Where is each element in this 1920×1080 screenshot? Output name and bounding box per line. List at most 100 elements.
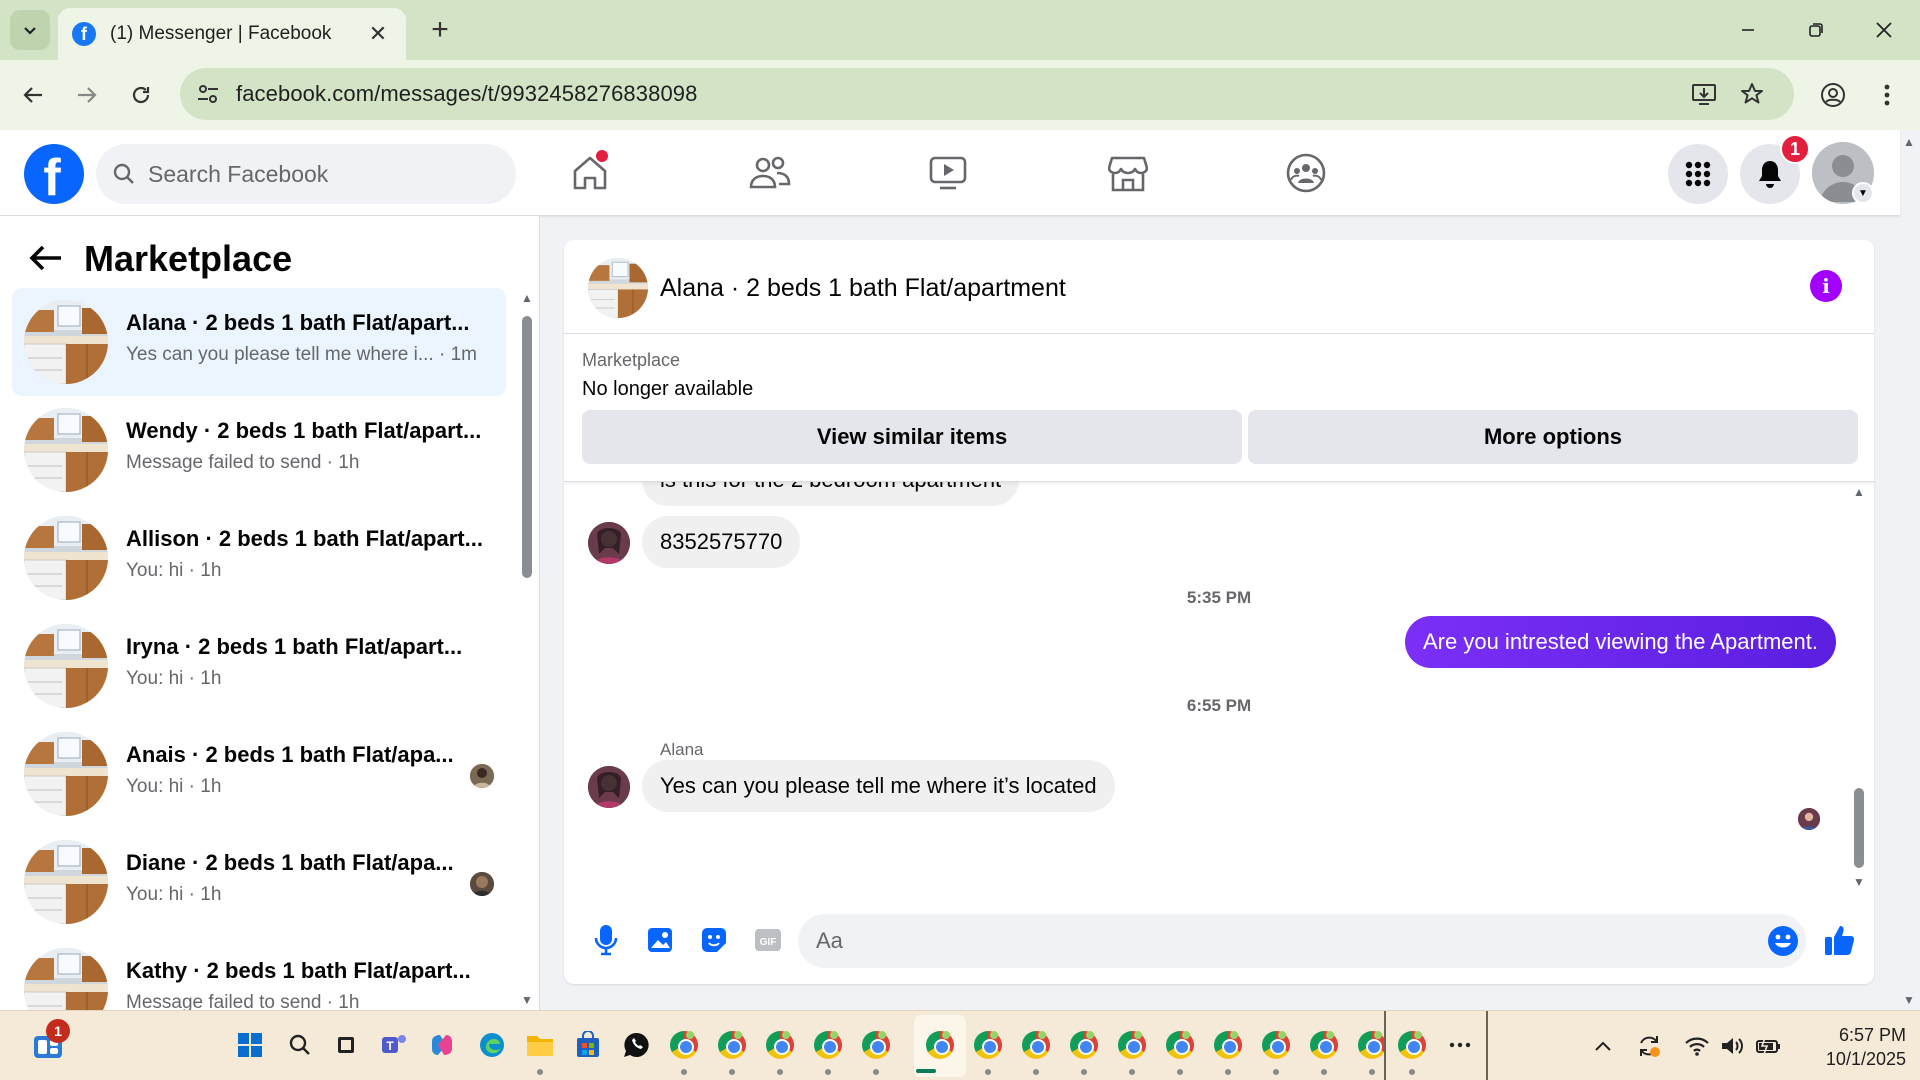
forward-button[interactable] [66,74,108,116]
start-button[interactable] [230,1025,270,1065]
groups-icon [1286,153,1326,193]
chevron-down-icon [24,27,36,35]
home-nav-button[interactable] [560,148,620,198]
running-indicator [1321,1069,1327,1075]
chat-scroll-up-arrow[interactable]: ▲ [1852,486,1866,498]
chrome-window-active[interactable] [920,1025,960,1065]
running-indicator [825,1069,831,1075]
show-hidden-icons-button[interactable] [1588,1031,1618,1061]
task-view-button[interactable] [326,1025,366,1065]
gif-icon[interactable]: GIF [748,920,788,960]
chrome-window[interactable] [1304,1025,1344,1065]
chrome-window[interactable] [1064,1025,1104,1065]
view-similar-items-button[interactable]: View similar items [582,410,1242,464]
chrome-window[interactable] [856,1025,896,1065]
watch-nav-button[interactable] [918,148,978,198]
scroll-up-arrow[interactable]: ▲ [520,292,534,304]
friends-nav-button[interactable] [740,148,800,198]
chrome-window[interactable] [1392,1025,1432,1065]
back-button[interactable] [12,74,54,116]
chrome-window[interactable] [664,1025,704,1065]
taskbar-separator [1486,1011,1488,1080]
marketplace-nav-button[interactable] [1098,148,1158,198]
sticker-icon[interactable] [694,920,734,960]
browser-tab-active[interactable]: f (1) Messenger | Facebook ✕ [58,8,406,60]
site-settings-icon[interactable] [194,80,222,108]
chrome-window[interactable] [1112,1025,1152,1065]
listing-avatar[interactable] [588,258,648,318]
tab-search-button[interactable] [10,10,50,50]
photo-attach-icon[interactable] [640,920,680,960]
emoji-icon[interactable] [1766,924,1800,958]
conversation-item[interactable]: Wendy · 2 beds 1 bath Flat/apart... Mess… [12,396,506,504]
reload-button[interactable] [120,74,162,116]
system-clock[interactable]: 6:57 PM 10/1/2025 [1796,1023,1906,1071]
menu-grid-button[interactable] [1668,144,1728,204]
bookmark-star-icon[interactable] [1736,78,1768,110]
running-indicator [1273,1069,1279,1075]
more-apps-button[interactable] [1440,1025,1480,1065]
running-indicator [1369,1069,1375,1075]
browser-menu-icon[interactable] [1866,74,1908,116]
scroll-down-arrow[interactable]: ▼ [520,994,534,1006]
chrome-window[interactable] [712,1025,752,1065]
chrome-icon [1214,1031,1242,1059]
facebook-search-input[interactable]: Search Facebook [96,144,516,204]
conversation-item[interactable]: Alana · 2 beds 1 bath Flat/apart... Yes … [12,288,506,396]
chat-scrollbar-thumb[interactable] [1854,788,1864,868]
sync-status-icon[interactable] [1634,1031,1664,1061]
sidebar-scrollbar-thumb[interactable] [522,316,532,578]
chrome-window[interactable] [1256,1025,1296,1065]
message-input[interactable]: Aa [798,914,1806,968]
chevron-up-icon [1595,1041,1611,1051]
chrome-window[interactable] [1208,1025,1248,1065]
file-explorer-app[interactable] [520,1025,560,1065]
marketplace-label: Marketplace [582,350,681,370]
profile-account-icon[interactable] [1812,74,1854,116]
more-options-button[interactable]: More options [1248,410,1858,464]
back-arrow-button[interactable] [26,238,66,278]
new-tab-button[interactable]: + [422,12,458,48]
chrome-window[interactable] [1160,1025,1200,1065]
chrome-icon [1070,1031,1098,1059]
taskbar-search-button[interactable] [280,1025,320,1065]
account-caret-icon[interactable]: ▼ [1852,182,1874,204]
conversation-item[interactable]: Diane · 2 beds 1 bath Flat/apa... You: h… [12,828,506,936]
restore-button[interactable] [1786,6,1846,54]
chrome-window[interactable] [968,1025,1008,1065]
microphone-icon[interactable] [586,920,626,960]
chrome-window[interactable] [1016,1025,1056,1065]
whatsapp-app[interactable] [616,1025,656,1065]
info-icon[interactable]: i [1810,270,1842,302]
copilot-app[interactable] [422,1025,462,1065]
edge-app[interactable] [472,1025,512,1065]
volume-icon[interactable] [1718,1031,1748,1061]
chat-header: Alana · 2 beds 1 bath Flat/apartment i [564,240,1874,334]
minimize-button[interactable] [1718,6,1778,54]
page-scroll-down-arrow[interactable]: ▼ [1902,994,1916,1006]
teams-app[interactable]: T [374,1025,414,1065]
store-app[interactable] [568,1025,608,1065]
chat-scroll-down-arrow[interactable]: ▼ [1852,876,1866,888]
url-text[interactable]: facebook.com/messages/t/9932458276838098 [236,81,697,107]
thumbs-up-icon[interactable] [1820,920,1860,960]
chrome-window[interactable] [1352,1025,1392,1065]
install-app-icon[interactable] [1688,78,1720,110]
conversation-item[interactable]: Iryna · 2 beds 1 bath Flat/apart... You:… [12,612,506,720]
chrome-window[interactable] [808,1025,848,1065]
chrome-icon [1262,1031,1290,1059]
chrome-window[interactable] [760,1025,800,1065]
store-icon [577,1031,599,1057]
address-bar[interactable]: facebook.com/messages/t/9932458276838098 [180,68,1794,120]
conversation-item[interactable]: Allison · 2 beds 1 bath Flat/apart... Yo… [12,504,506,612]
chat-title[interactable]: Alana · 2 beds 1 bath Flat/apartment [660,274,1066,303]
battery-icon[interactable] [1754,1031,1784,1061]
conversation-name: Iryna · 2 beds 1 bath Flat/apart... [126,634,463,659]
close-window-button[interactable] [1854,6,1914,54]
facebook-logo-icon[interactable]: f [24,144,84,204]
tab-close-icon[interactable]: ✕ [364,21,392,47]
groups-nav-button[interactable] [1276,148,1336,198]
conversation-item[interactable]: Anais · 2 beds 1 bath Flat/apa... You: h… [12,720,506,828]
wifi-icon[interactable] [1682,1031,1712,1061]
page-scroll-up-arrow[interactable]: ▲ [1902,136,1916,148]
